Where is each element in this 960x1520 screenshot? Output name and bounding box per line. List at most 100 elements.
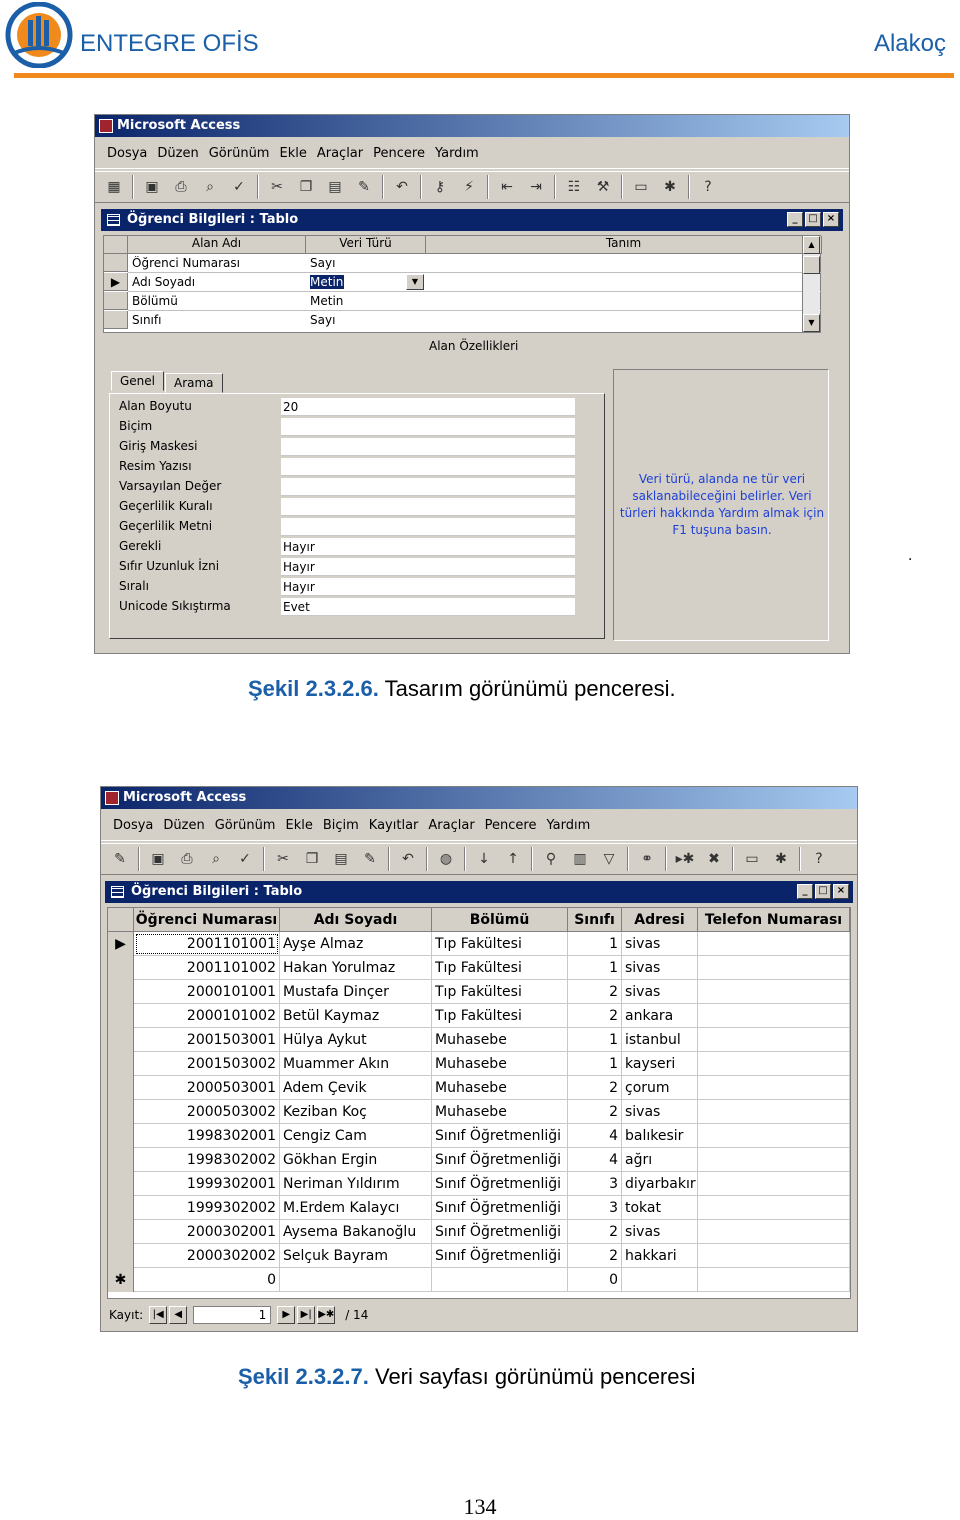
property-value[interactable]: Evet xyxy=(281,598,575,616)
table-cell[interactable] xyxy=(698,1076,850,1100)
filter-by-selection-icon[interactable]: ⚲ xyxy=(540,848,562,870)
table-cell[interactable]: 3 xyxy=(568,1172,622,1196)
print-preview-icon[interactable]: ⌕ xyxy=(205,848,227,870)
data-type-cell[interactable]: Sayı xyxy=(310,313,422,327)
filter-by-form-icon[interactable]: ▥ xyxy=(569,848,591,870)
table-cell[interactable]: 2 xyxy=(568,1100,622,1124)
tab-genel[interactable]: Genel xyxy=(111,371,165,391)
menu-yardim[interactable]: Yardım xyxy=(435,146,479,161)
table-cell[interactable]: 2 xyxy=(568,1220,622,1244)
table-cell[interactable]: Cengiz Cam xyxy=(280,1124,432,1148)
table-row[interactable]: 2000503001 Adem Çevik Muhasebe 2 çorum xyxy=(108,1076,850,1100)
table-cell[interactable]: hakkari xyxy=(622,1244,698,1268)
table-cell[interactable]: Ayşe Almaz xyxy=(280,932,432,956)
table-cell[interactable] xyxy=(698,980,850,1004)
row-selector[interactable] xyxy=(104,292,128,310)
menu-araclar[interactable]: Araçlar xyxy=(317,146,363,161)
table-row[interactable]: 2001101002 Hakan Yorulmaz Tıp Fakültesi 1 si… xyxy=(108,956,850,980)
record-selector[interactable] xyxy=(108,1172,134,1196)
spelling-icon[interactable]: ✓ xyxy=(228,176,250,198)
table-cell[interactable]: Keziban Koç xyxy=(280,1100,432,1124)
cut-icon[interactable]: ✂ xyxy=(272,848,294,870)
table-row[interactable]: ▶ 2001101001 Ayşe Almaz Tıp Fakültesi 1 sivas xyxy=(108,932,850,956)
table-cell[interactable]: diyarbakır xyxy=(622,1172,698,1196)
table-cell[interactable]: 1998302002 xyxy=(134,1148,280,1172)
property-value[interactable] xyxy=(281,478,575,496)
primary-key-icon[interactable]: ⚷ xyxy=(429,176,451,198)
property-value[interactable]: 20 xyxy=(281,398,575,416)
last-record-icon[interactable]: ▶| xyxy=(297,1306,316,1324)
menu-pencere[interactable]: Pencere xyxy=(373,146,425,161)
previous-record-icon[interactable]: ◀ xyxy=(169,1306,188,1324)
print-icon[interactable]: ⎙ xyxy=(176,848,198,870)
insert-rows-icon[interactable]: ⇤ xyxy=(496,176,518,198)
database-window-icon[interactable]: ▭ xyxy=(741,848,763,870)
menu-duzen[interactable]: Düzen xyxy=(157,146,198,161)
property-value[interactable] xyxy=(281,518,575,536)
table-cell[interactable]: Muhasebe xyxy=(432,1100,568,1124)
database-window-icon[interactable]: ▭ xyxy=(630,176,652,198)
table-cell[interactable]: Selçuk Bayram xyxy=(280,1244,432,1268)
table-cell[interactable]: sivas xyxy=(622,1100,698,1124)
menu-duzen[interactable]: Düzen xyxy=(163,818,204,833)
apply-filter-icon[interactable]: ▽ xyxy=(598,848,620,870)
table-cell[interactable]: 2 xyxy=(568,1004,622,1028)
maximize-button[interactable]: □ xyxy=(815,884,831,899)
table-cell[interactable]: sivas xyxy=(622,1220,698,1244)
field-name-cell[interactable]: Adı Soyadı xyxy=(132,275,304,289)
table-cell[interactable] xyxy=(698,932,850,956)
new-record-icon[interactable]: ▸✱ xyxy=(674,848,696,870)
record-selector[interactable] xyxy=(108,1244,134,1268)
table-cell[interactable]: sivas xyxy=(622,980,698,1004)
property-value[interactable]: Hayır xyxy=(281,538,575,556)
table-cell[interactable]: Muhasebe xyxy=(432,1028,568,1052)
table-cell[interactable]: 1999302001 xyxy=(134,1172,280,1196)
table-cell[interactable]: M.Erdem Kalaycı xyxy=(280,1196,432,1220)
table-cell[interactable] xyxy=(698,1028,850,1052)
data-type-cell[interactable]: Sayı xyxy=(310,256,422,270)
table-cell[interactable]: Aysema Bakanoğlu xyxy=(280,1220,432,1244)
first-record-icon[interactable]: |◀ xyxy=(149,1306,168,1324)
table-cell[interactable]: 2001503002 xyxy=(134,1052,280,1076)
view-icon[interactable]: ▦ xyxy=(103,176,125,198)
table-cell[interactable]: ağrı xyxy=(622,1148,698,1172)
record-selector[interactable] xyxy=(108,1220,134,1244)
format-painter-icon[interactable]: ✎ xyxy=(353,176,375,198)
table-row[interactable]: 2000302002 Selçuk Bayram Sınıf Öğretmenliğ… xyxy=(108,1244,850,1268)
close-button[interactable]: × xyxy=(833,884,849,899)
table-cell[interactable] xyxy=(698,1268,850,1292)
sort-descending-icon[interactable]: ↑ xyxy=(502,848,524,870)
table-cell[interactable]: Muammer Akın xyxy=(280,1052,432,1076)
hyperlink-icon[interactable]: ◍ xyxy=(435,848,457,870)
property-value[interactable] xyxy=(281,498,575,516)
table-cell[interactable]: 4 xyxy=(568,1148,622,1172)
menu-kayitlar[interactable]: Kayıtlar xyxy=(369,818,419,833)
table-cell[interactable]: 4 xyxy=(568,1124,622,1148)
table-cell[interactable]: istanbul xyxy=(622,1028,698,1052)
vertical-scrollbar[interactable]: ▲ ▼ xyxy=(802,236,820,332)
table-cell[interactable]: Tıp Fakültesi xyxy=(432,1004,568,1028)
next-record-icon[interactable]: ▶ xyxy=(277,1306,296,1324)
menu-dosya[interactable]: Dosya xyxy=(107,146,147,161)
new-record-row[interactable]: ✱ 0 0 xyxy=(108,1268,850,1292)
table-cell[interactable] xyxy=(622,1268,698,1292)
new-object-icon[interactable]: ✱ xyxy=(659,176,681,198)
table-cell[interactable]: Muhasebe xyxy=(432,1052,568,1076)
save-icon[interactable]: ▣ xyxy=(147,848,169,870)
table-cell[interactable] xyxy=(698,1100,850,1124)
table-cell[interactable] xyxy=(698,1172,850,1196)
column-header[interactable]: Sınıfı xyxy=(568,908,622,932)
column-header[interactable]: Bölümü xyxy=(432,908,568,932)
column-header[interactable]: Adı Soyadı xyxy=(280,908,432,932)
save-icon[interactable]: ▣ xyxy=(141,176,163,198)
spelling-icon[interactable]: ✓ xyxy=(234,848,256,870)
row-selector[interactable] xyxy=(104,311,128,329)
menu-araclar[interactable]: Araçlar xyxy=(428,818,474,833)
print-preview-icon[interactable]: ⌕ xyxy=(199,176,221,198)
record-selector[interactable] xyxy=(108,1100,134,1124)
table-cell[interactable] xyxy=(698,1196,850,1220)
property-value[interactable]: Hayır xyxy=(281,558,575,576)
record-selector[interactable] xyxy=(108,1196,134,1220)
record-selector[interactable] xyxy=(108,1052,134,1076)
property-value[interactable] xyxy=(281,458,575,476)
